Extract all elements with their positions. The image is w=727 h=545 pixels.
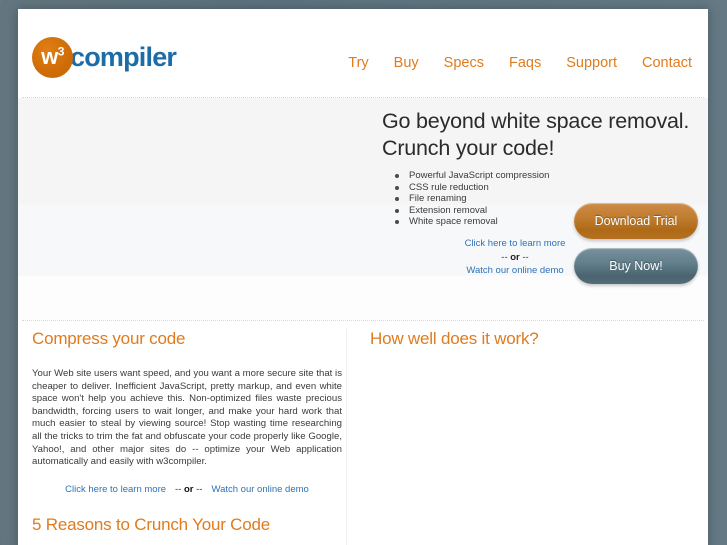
hero-demo-link[interactable]: Watch our online demo bbox=[466, 265, 563, 276]
nav-item-specs[interactable]: Specs bbox=[444, 55, 484, 71]
browser-page: w3 compiler Try Buy Specs Faqs Support C… bbox=[18, 9, 708, 545]
nav-item-buy[interactable]: Buy bbox=[394, 55, 419, 71]
left-learn-more-link[interactable]: Click here to learn more bbox=[65, 484, 166, 495]
site-header: w3 compiler Try Buy Specs Faqs Support C… bbox=[18, 9, 708, 97]
left-column-title: Compress your code bbox=[32, 329, 186, 348]
list-item: Powerful JavaScript compression bbox=[392, 170, 549, 182]
right-column-title: How well does it work? bbox=[370, 329, 539, 348]
left-column: Compress your code Your Web site users w… bbox=[32, 329, 342, 495]
site-logo[interactable]: w3 compiler bbox=[32, 35, 177, 79]
nav-item-try[interactable]: Try bbox=[348, 55, 368, 71]
list-item: File renaming bbox=[392, 193, 549, 205]
right-column: How well does it work? bbox=[370, 329, 700, 368]
logo-superscript: 3 bbox=[57, 44, 65, 59]
content-section: Compress your code Your Web site users w… bbox=[18, 321, 708, 545]
download-trial-button[interactable]: Download Trial bbox=[574, 203, 698, 239]
hero-content: Go beyond white space removal. Crunch yo… bbox=[370, 98, 708, 320]
list-item: Extension removal bbox=[392, 205, 549, 217]
left-or-separator: -- or -- bbox=[175, 483, 203, 495]
left-column-body: Your Web site users want speed, and you … bbox=[32, 368, 342, 468]
buy-now-button[interactable]: Buy Now! bbox=[574, 248, 698, 284]
logo-letter: w bbox=[41, 44, 58, 69]
list-item: White space removal bbox=[392, 216, 549, 228]
column-divider bbox=[346, 329, 347, 545]
list-item: CSS rule reduction bbox=[392, 182, 549, 194]
hero-feature-list: Powerful JavaScript compression CSS rule… bbox=[392, 170, 549, 228]
next-section-title: 5 Reasons to Crunch Your Code bbox=[32, 515, 271, 534]
hero-title: Go beyond white space removal. Crunch yo… bbox=[382, 109, 690, 160]
hero-learn-more-link[interactable]: Click here to learn more bbox=[465, 238, 566, 249]
hero-section: Go beyond white space removal. Crunch yo… bbox=[18, 98, 708, 320]
nav-item-faqs[interactable]: Faqs bbox=[509, 55, 541, 71]
nav-item-contact[interactable]: Contact bbox=[642, 55, 692, 71]
hero-or-separator: -- or -- bbox=[501, 251, 529, 263]
logo-wordmark: compiler bbox=[70, 41, 177, 72]
logo-circle-icon: w3 bbox=[32, 36, 73, 78]
hero-image-placeholder bbox=[18, 98, 370, 320]
left-demo-link[interactable]: Watch our online demo bbox=[211, 484, 308, 495]
left-column-links: Click here to learn more -- or -- Watch ou… bbox=[32, 484, 342, 495]
hero-cta-buttons: Download Trial Buy Now! bbox=[574, 203, 698, 284]
main-navigation: Try Buy Specs Faqs Support Contact bbox=[348, 55, 692, 71]
nav-item-support[interactable]: Support bbox=[566, 55, 617, 71]
